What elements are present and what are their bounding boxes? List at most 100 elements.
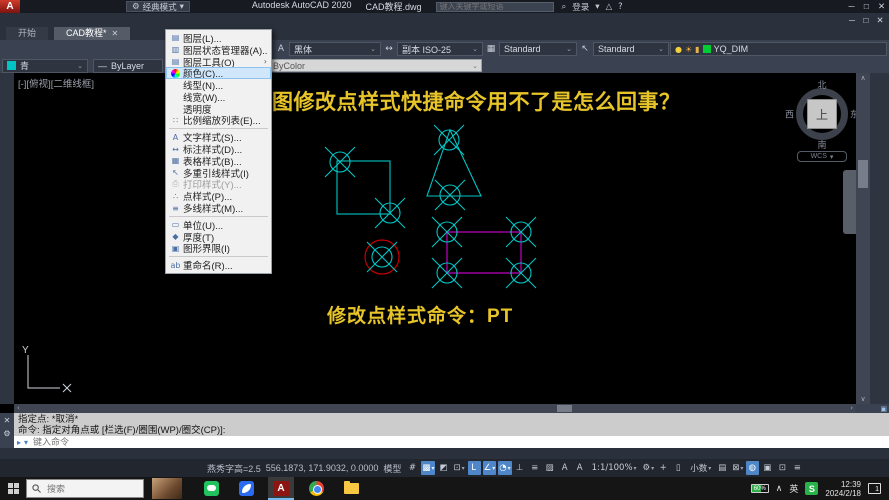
layer-color-swatch[interactable]: [703, 45, 711, 53]
clean-screen-icon[interactable]: ⊡: [776, 461, 789, 475]
save-icon[interactable]: [34, 42, 49, 56]
stay-connected-icon[interactable]: △: [606, 2, 613, 12]
plot-icon[interactable]: [50, 42, 65, 56]
model-space-label[interactable]: 模型: [383, 462, 401, 475]
color-combo[interactable]: 青 ⌄: [2, 59, 88, 73]
taskbar-wechat-icon[interactable]: [198, 477, 224, 500]
copy-clip-icon[interactable]: [114, 42, 129, 56]
graphics-performance-icon[interactable]: ◍: [746, 461, 759, 475]
viewcube-north-label[interactable]: 北: [817, 78, 826, 91]
customization-icon[interactable]: ≡: [791, 461, 804, 475]
workspace-switcher[interactable]: ⚙ 经典模式 ▾: [126, 1, 190, 12]
taskbar-clock[interactable]: 12:39 2024/2/18: [825, 480, 861, 498]
sogou-input-icon[interactable]: S: [805, 482, 818, 495]
annotation-monitor-icon[interactable]: +: [657, 461, 670, 475]
taskbar-search[interactable]: [26, 479, 144, 498]
dynamic-input-icon[interactable]: ⊡ ▾: [452, 461, 465, 475]
wcs-dropdown[interactable]: WCS ▾: [797, 151, 847, 162]
viewcube-south-label[interactable]: 南: [817, 138, 826, 151]
menu-item-units[interactable]: ▭ 单位(U)...: [166, 219, 271, 231]
vertical-scrollbar[interactable]: ∧ ∨: [856, 73, 870, 404]
doc-close-button[interactable]: ✕: [873, 15, 887, 26]
isolate-objects-icon[interactable]: ⊠ ▾: [731, 461, 744, 475]
command-history[interactable]: 指定点: *取消*命令: 指定对角点或 [栏选(F)/圈围(WP)/圈交(CP)…: [14, 413, 889, 436]
command-input[interactable]: [31, 436, 886, 448]
menu-item-drawing-limits[interactable]: ▣ 图形界限(I): [166, 243, 271, 255]
close-tab-icon[interactable]: ✕: [112, 27, 119, 40]
doc-restore-button[interactable]: □: [859, 15, 873, 25]
news-widget-thumbnail[interactable]: [152, 478, 182, 499]
doc-minimize-button[interactable]: ─: [845, 15, 859, 25]
app-store-icon[interactable]: ▾: [595, 2, 599, 12]
vertical-scroll-thumb[interactable]: [858, 160, 868, 188]
cut-icon[interactable]: [98, 42, 113, 56]
annotation-autoscale-icon[interactable]: A: [574, 461, 587, 475]
object-snap-tracking-icon[interactable]: ⊥: [514, 461, 527, 475]
menu-item-rename[interactable]: ab 重命名(R)...: [166, 259, 271, 271]
mleader-style-combo[interactable]: Standard ⌄: [593, 42, 669, 56]
scroll-left-icon[interactable]: ‹: [17, 404, 20, 413]
units-format[interactable]: 小数 ▾: [687, 461, 714, 475]
linetype-combo[interactable]: — ByLayer: [93, 59, 163, 73]
polar-tracking-icon[interactable]: ∠ ▾: [483, 461, 497, 475]
wrench-icon[interactable]: ⚙: [3, 429, 10, 438]
scroll-down-icon[interactable]: ∨: [856, 395, 870, 403]
layer-lock-icon[interactable]: ▮: [695, 45, 699, 54]
table-style-combo[interactable]: Standard ⌄: [499, 42, 577, 56]
start-button[interactable]: [0, 477, 26, 500]
ime-indicator[interactable]: 英: [789, 482, 798, 495]
tab-start[interactable]: 开始: [6, 27, 48, 40]
publish-icon[interactable]: [82, 42, 97, 56]
cursor-coordinates[interactable]: 556.1873, 171.9032, 0.0000: [266, 463, 379, 473]
search-exchange-icon[interactable]: ⌕: [562, 2, 567, 12]
new-icon[interactable]: [2, 42, 17, 56]
minimize-button[interactable]: ─: [844, 1, 859, 12]
taskbar-explorer-icon[interactable]: [338, 477, 364, 500]
help-search-input[interactable]: [436, 2, 554, 12]
transparency-icon[interactable]: ▨: [544, 461, 557, 475]
close-command-icon[interactable]: ✕: [4, 416, 11, 425]
view-cube[interactable]: 北 南 西 东 上: [788, 80, 856, 148]
dim-style-combo[interactable]: 副本 ISO-25 ⌄: [397, 42, 483, 56]
layer-combo[interactable]: ● ☀ ▮ YQ_DIM: [670, 42, 887, 56]
open-icon[interactable]: [18, 42, 33, 56]
drawing-viewport[interactable]: [-][俯视][二维线框] 图修改点样式快捷命令用不了是怎么回事？ 修改点样式命…: [14, 73, 856, 404]
chevron-down-icon[interactable]: ▾: [24, 438, 28, 447]
autocad-logo-icon[interactable]: A: [0, 0, 20, 13]
taskbar-autocad-icon[interactable]: A: [268, 477, 294, 500]
hardware-accel-icon[interactable]: ▣: [761, 461, 774, 475]
quick-properties-icon[interactable]: ▤: [716, 461, 729, 475]
ortho-icon[interactable]: L: [468, 461, 481, 475]
units-icon[interactable]: ▯: [672, 461, 685, 475]
hidden-icons-caret[interactable]: ∧: [776, 484, 783, 494]
text-style-combo[interactable]: 黑体 ⌄: [289, 42, 381, 56]
sign-in-button[interactable]: 登录: [572, 1, 589, 13]
close-button[interactable]: ✕: [874, 1, 889, 12]
paste-icon[interactable]: [130, 42, 145, 56]
help-icon[interactable]: ?: [618, 2, 623, 12]
plot-preview-icon[interactable]: [66, 42, 81, 56]
taskbar-chrome-icon[interactable]: [303, 477, 329, 500]
taskbar-feishu-icon[interactable]: [233, 477, 259, 500]
match-properties-icon[interactable]: [146, 42, 161, 56]
infer-constraints-icon[interactable]: ◩: [437, 461, 450, 475]
grid-icon[interactable]: #: [406, 461, 419, 475]
workspace-gear-icon[interactable]: ⚙ ▾: [642, 461, 656, 475]
battery-icon[interactable]: 60%: [751, 484, 769, 493]
lineweight-icon[interactable]: ≡: [529, 461, 542, 475]
snap-mode-icon[interactable]: ▩ ▾: [421, 461, 435, 475]
menu-item-lineweight[interactable]: 线宽(W)...: [166, 91, 271, 103]
taskbar-search-input[interactable]: [45, 483, 125, 495]
notification-icon[interactable]: 1: [868, 483, 881, 494]
menu-item-mline-style[interactable]: ≡ 多线样式(M)...: [166, 202, 271, 214]
scroll-up-icon[interactable]: ∧: [856, 74, 870, 82]
tab-document[interactable]: CAD教程* ✕: [54, 27, 130, 40]
horizontal-scrollbar[interactable]: ‹ ›: [14, 404, 856, 413]
horizontal-scroll-thumb[interactable]: [557, 405, 572, 412]
viewcube-top-face[interactable]: 上: [807, 99, 837, 129]
scroll-right-icon[interactable]: ›: [850, 404, 853, 413]
annotation-visibility-icon[interactable]: A: [559, 461, 572, 475]
menu-item-scale-list[interactable]: ∷ 比例缩放列表(E)...: [166, 115, 271, 127]
layer-on-icon[interactable]: ●: [675, 45, 682, 54]
restore-button[interactable]: □: [859, 1, 874, 12]
